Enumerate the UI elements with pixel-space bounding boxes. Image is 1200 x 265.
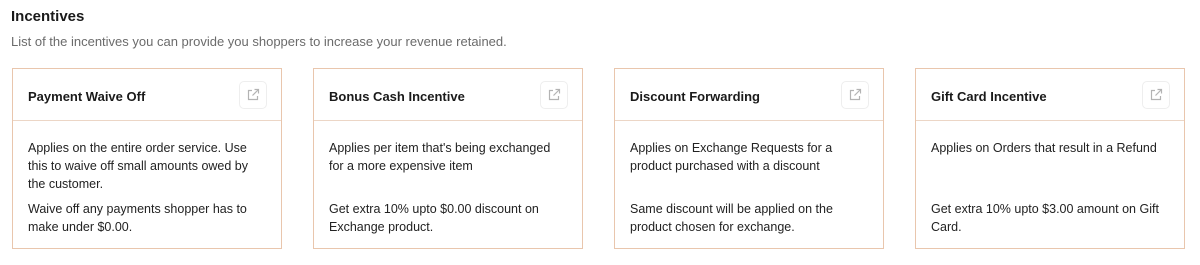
external-link-icon [1150, 88, 1163, 101]
card-description: Applies on Orders that result in a Refun… [931, 141, 1157, 155]
external-link-icon [849, 88, 862, 101]
card-title: Discount Forwarding [630, 89, 760, 104]
incentives-section: Incentives List of the incentives you ca… [0, 0, 1200, 265]
card-header: Gift Card Incentive [916, 69, 1184, 121]
section-title: Incentives [11, 8, 85, 25]
incentive-card-bonus-cash: Bonus Cash Incentive Applies per item th… [313, 68, 583, 249]
card-description: Applies on the entire order service. Use… [28, 141, 249, 191]
open-external-button[interactable] [239, 81, 267, 109]
card-description: Applies per item that's being exchanged … [329, 141, 551, 173]
section-subtitle: List of the incentives you can provide y… [11, 34, 507, 49]
card-detail: Waive off any payments shopper has to ma… [28, 202, 247, 234]
card-detail: Same discount will be applied on the pro… [630, 202, 833, 234]
external-link-icon [548, 88, 561, 101]
card-title: Payment Waive Off [28, 89, 146, 104]
incentive-card-payment-waive-off: Payment Waive Off Applies on the entire … [12, 68, 282, 249]
card-header: Payment Waive Off [13, 69, 281, 121]
incentive-card-discount-forwarding: Discount Forwarding Applies on Exchange … [614, 68, 884, 249]
card-header: Discount Forwarding [615, 69, 883, 121]
open-external-button[interactable] [841, 81, 869, 109]
external-link-icon [247, 88, 260, 101]
open-external-button[interactable] [540, 81, 568, 109]
open-external-button[interactable] [1142, 81, 1170, 109]
card-detail: Get extra 10% upto $0.00 discount on Exc… [329, 202, 539, 234]
card-description: Applies on Exchange Requests for a produ… [630, 141, 833, 173]
incentive-card-gift-card: Gift Card Incentive Applies on Orders th… [915, 68, 1185, 249]
card-title: Gift Card Incentive [931, 89, 1047, 104]
card-title: Bonus Cash Incentive [329, 89, 465, 104]
card-header: Bonus Cash Incentive [314, 69, 582, 121]
card-detail: Get extra 10% upto $3.00 amount on Gift … [931, 202, 1159, 234]
